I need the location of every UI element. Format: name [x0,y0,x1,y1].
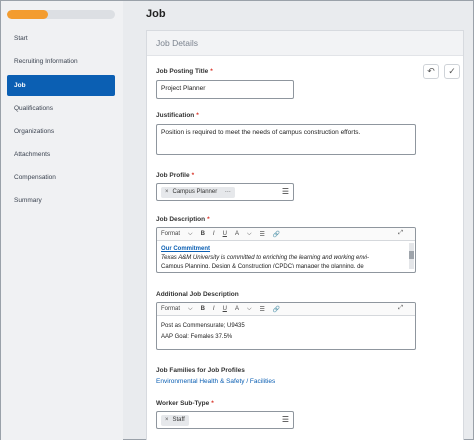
job-profile-multiselect[interactable]: × Campus Planner ··· ☰ [156,183,294,201]
sidebar-item-recruiting-information[interactable]: Recruiting Information [7,51,115,72]
remove-icon[interactable]: × [165,189,169,195]
job-family-link[interactable]: Environmental Health & Safety / Faciliti… [156,378,275,385]
job-families-label: Job Families for Job Profiles [156,367,245,374]
required-marker: * [211,400,214,407]
font-color-button[interactable]: A [235,306,239,312]
more-icon[interactable]: ··· [225,189,231,195]
list-icon[interactable]: ☰ [282,415,289,424]
sidebar-item-job[interactable]: Job [7,75,115,96]
sidebar-item-start[interactable]: Start [7,28,115,49]
justification-textarea[interactable]: Position is required to meet the needs o… [156,124,416,155]
job-profile-label-text: Job Profile [156,172,190,179]
format-dropdown[interactable]: Format [161,306,180,312]
job-profile-pill-label: Campus Planner [172,189,218,195]
main-content: Job Job Details ↶ ✓ Job Posting Title * P… [123,1,473,440]
italic-button[interactable]: I [213,306,215,312]
job-description-body[interactable]: Our Commitment Texas A&M University is c… [157,241,415,272]
sidebar-item-compensation[interactable]: Compensation [7,167,115,188]
rich-text-toolbar: Format ⌵ B I U A ⌵ ☰ 🔗 ⤢ [157,303,415,316]
expand-icon[interactable]: ⤢ [398,305,403,312]
scrollbar[interactable] [409,243,414,269]
format-dropdown[interactable]: Format [161,231,180,237]
job-posting-title-label-text: Job Posting Title [156,68,209,75]
chevron-down-icon[interactable]: ⌵ [247,231,252,238]
undo-icon[interactable]: ↶ [423,64,439,79]
remove-icon[interactable]: × [165,417,169,423]
sidebar-item-attachments[interactable]: Attachments [7,144,115,165]
worker-sub-type-pill: × Staff [161,415,189,426]
progress-bar [7,10,115,19]
underline-button[interactable]: U [223,231,227,237]
check-icon[interactable]: ✓ [444,64,460,79]
link-icon[interactable]: 🔗 [273,231,280,238]
bullet-list-icon[interactable]: ☰ [260,306,265,313]
progress-fill [7,10,49,19]
additional-job-description-label: Additional Job Description [156,291,239,298]
required-marker: * [196,112,199,119]
font-color-button[interactable]: A [235,231,239,237]
job-description-editor[interactable]: Format ⌵ B I U A ⌵ ☰ 🔗 ⤢ Our Commitment … [156,227,416,273]
job-details-panel: Job Details ↶ ✓ Job Posting Title * Proje… [146,30,464,440]
job-description-label-text: Job Description [156,216,206,223]
additional-job-description-line: AAP Goal: Females 37.5% [161,334,233,340]
job-profile-pill: × Campus Planner ··· [161,187,235,198]
additional-job-description-line: Post as Commensurate; U9435 [161,323,245,329]
job-profile-label: Job Profile * [156,172,194,179]
additional-job-description-editor[interactable]: Format ⌵ B I U A ⌵ ☰ 🔗 ⤢ Post as Commens… [156,302,416,350]
job-posting-title-input[interactable]: Project Planner [156,80,294,99]
worker-sub-type-pill-label: Staff [172,417,185,423]
rich-text-toolbar: Format ⌵ B I U A ⌵ ☰ 🔗 ⤢ [157,228,415,241]
required-marker: * [191,172,195,179]
required-marker: * [207,216,210,223]
worker-sub-type-label-text: Worker Sub-Type [156,400,210,407]
chevron-down-icon[interactable]: ⌵ [188,231,193,238]
sidebar-item-qualifications[interactable]: Qualifications [7,98,115,119]
justification-label-text: Justification [156,112,195,119]
sidebar-item-organizations[interactable]: Organizations [7,121,115,142]
job-posting-title-label: Job Posting Title * [156,68,213,75]
bold-button[interactable]: B [201,306,205,312]
bold-button[interactable]: B [201,231,205,237]
worker-sub-type-multiselect[interactable]: × Staff ☰ [156,411,294,429]
justification-label: Justification * [156,112,199,119]
expand-icon[interactable]: ⤢ [398,230,403,237]
list-icon[interactable]: ☰ [282,187,289,196]
sidebar-item-summary[interactable]: Summary [7,190,115,211]
link-icon[interactable]: 🔗 [273,306,280,313]
scrollbar-thumb[interactable] [409,251,414,259]
page-title: Job [146,8,166,20]
job-description-heading: Our Commitment [161,246,211,252]
required-marker: * [210,68,213,75]
additional-job-description-body[interactable]: Post as Commensurate; U9435 AAP Goal: Fe… [157,316,415,346]
job-description-line: Campus Planning, Design & Construction (… [161,264,364,268]
underline-button[interactable]: U [223,306,227,312]
chevron-down-icon[interactable]: ⌵ [188,306,193,313]
job-description-line: Texas A&M University is committed to enr… [161,255,369,261]
chevron-down-icon[interactable]: ⌵ [247,306,252,313]
sidebar: Start Recruiting Information Job Qualifi… [1,1,123,440]
worker-sub-type-label: Worker Sub-Type * [156,400,214,407]
bullet-list-icon[interactable]: ☰ [260,231,265,238]
italic-button[interactable]: I [213,231,215,237]
job-description-label: Job Description * [156,216,210,223]
panel-title: Job Details [147,31,463,56]
